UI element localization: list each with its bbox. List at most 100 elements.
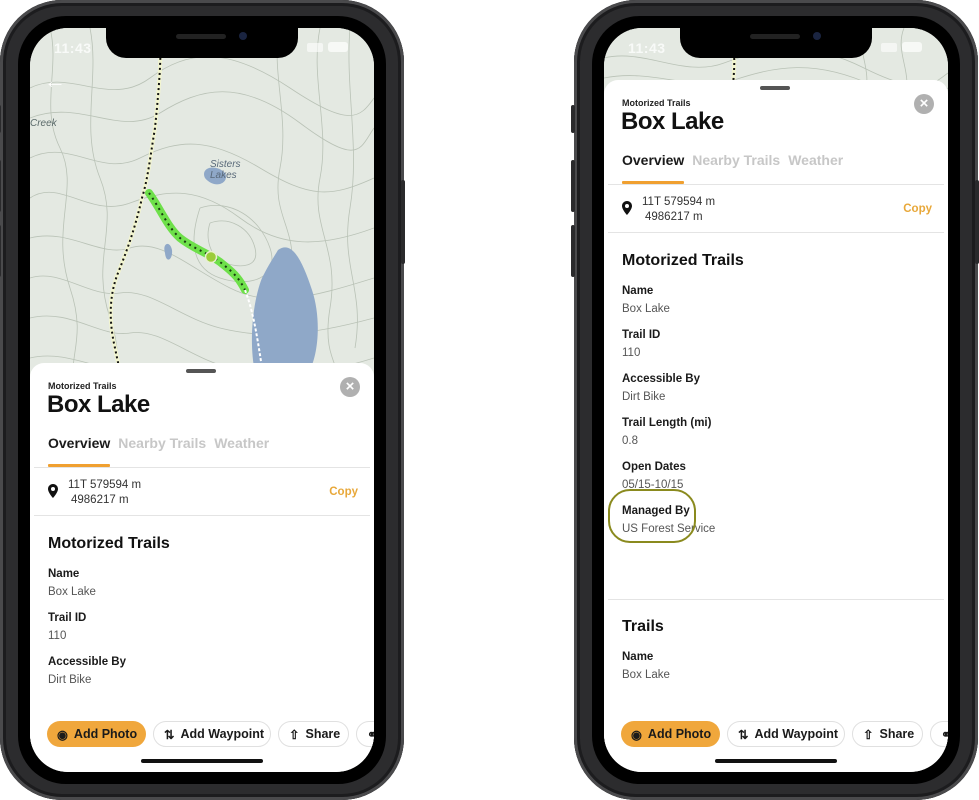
home-indicator[interactable]	[141, 759, 263, 763]
trail-detail-sheet: × Motorized Trails Box Lake Overview Nea…	[30, 363, 374, 772]
power-button	[975, 180, 979, 264]
copy-button[interactable]: Copy	[903, 203, 932, 215]
field-value: Box Lake	[622, 303, 670, 315]
field-value: Box Lake	[48, 586, 96, 598]
add-waypoint-button[interactable]: ⇅ Add Waypoint	[153, 721, 271, 747]
sheet-title: Box Lake	[621, 108, 724, 135]
field-label: Name	[622, 651, 654, 663]
tab-weather[interactable]: Weather	[214, 435, 269, 451]
coord-line-1: 11T 579594 m	[68, 479, 142, 491]
tab-weather[interactable]: Weather	[788, 152, 843, 168]
coord-line-1: 11T 579594 m	[642, 196, 716, 208]
button-label: Share	[305, 727, 341, 741]
power-button	[401, 180, 405, 264]
field-trail-length: Trail Length (mi) 0.8	[622, 417, 922, 447]
coordinates-row: 11T 579594 m 4986217 m Copy	[48, 476, 358, 512]
section-heading: Trails	[622, 618, 664, 635]
divider	[34, 467, 370, 468]
screen: 11:43 × Motorized Trails Box Lake Overvi…	[604, 28, 948, 772]
field-label: Accessible By	[48, 656, 126, 668]
tab-nearby-trails[interactable]: Nearby Trails	[692, 152, 780, 168]
field-trail-id: Trail ID 110	[48, 612, 348, 642]
action-bar: ◉ Add Photo ⇅ Add Waypoint ⇧ Share ⚭	[604, 718, 948, 750]
status-time: 11:43	[54, 40, 92, 56]
sheet-tabs: Overview Nearby Trails Weather	[48, 435, 269, 451]
divider	[34, 515, 370, 516]
back-arrow-icon[interactable]: ←	[44, 68, 66, 94]
status-time: 11:43	[628, 40, 666, 56]
mute-switch	[0, 105, 1, 133]
share-icon: ⇧	[289, 727, 300, 742]
close-icon[interactable]: ×	[340, 377, 360, 397]
location-pin-icon	[48, 484, 58, 498]
route-icon: ⇅	[164, 727, 175, 742]
camera-icon: ◉	[57, 727, 68, 742]
more-button[interactable]: ⚭	[356, 721, 374, 747]
trails-section: Trails Name Box Lake	[622, 618, 922, 695]
close-icon[interactable]: ×	[914, 94, 934, 114]
coord-line-2: 4986217 m	[71, 494, 129, 506]
topo-map[interactable]: Creek Sisters Lakes	[30, 28, 374, 408]
tab-overview[interactable]: Overview	[48, 435, 110, 451]
route-icon: ⇅	[738, 727, 749, 742]
sheet-category: Motorized Trails	[622, 98, 691, 108]
volume-down-button	[571, 225, 575, 277]
sheet-grabber[interactable]	[186, 369, 216, 373]
more-icon: ⚭	[941, 727, 948, 742]
sheet-grabber[interactable]	[760, 86, 790, 90]
field-value: Box Lake	[622, 669, 670, 681]
button-label: Add Waypoint	[180, 727, 265, 741]
field-label: Open Dates	[622, 461, 686, 473]
sheet-category: Motorized Trails	[48, 381, 117, 391]
tab-overview[interactable]: Overview	[622, 152, 684, 168]
field-value: 110	[622, 347, 641, 359]
notch	[106, 28, 298, 58]
field-value: Dirt Bike	[48, 674, 92, 686]
divider	[608, 184, 944, 185]
mute-switch	[571, 105, 575, 133]
battery-icon	[328, 42, 348, 52]
share-button[interactable]: ⇧ Share	[852, 721, 923, 747]
field-label: Trail Length (mi)	[622, 417, 712, 429]
add-waypoint-button[interactable]: ⇅ Add Waypoint	[727, 721, 845, 747]
field-name: Name Box Lake	[622, 285, 922, 315]
volume-up-button	[571, 160, 575, 212]
map-label-lakes: Lakes	[210, 170, 237, 181]
battery-icon	[902, 42, 922, 52]
field-label: Trail ID	[48, 612, 87, 624]
map-label-creek: Creek	[30, 118, 58, 129]
volume-up-button	[0, 160, 1, 212]
more-icon: ⚭	[367, 727, 374, 742]
screen: 11:43 Creek Sisters Lakes ← × Motorized …	[30, 28, 374, 772]
section-heading: Motorized Trails	[622, 252, 744, 269]
signal-icon	[307, 42, 323, 52]
button-label: Share	[879, 727, 915, 741]
add-photo-button[interactable]: ◉ Add Photo	[47, 721, 146, 747]
home-indicator[interactable]	[715, 759, 837, 763]
copy-button[interactable]: Copy	[329, 486, 358, 498]
coordinates-row: 11T 579594 m 4986217 m Copy	[622, 193, 932, 229]
share-button[interactable]: ⇧ Share	[278, 721, 349, 747]
field-name: Name Box Lake	[622, 651, 922, 681]
field-accessible-by: Accessible By Dirt Bike	[48, 656, 348, 686]
open-dates-highlight-annotation	[608, 489, 696, 543]
field-trail-id: Trail ID 110	[622, 329, 922, 359]
add-photo-button[interactable]: ◉ Add Photo	[621, 721, 720, 747]
divider	[608, 599, 944, 600]
trail-detail-sheet-expanded: × Motorized Trails Box Lake Overview Nea…	[604, 80, 948, 772]
sheet-tabs: Overview Nearby Trails Weather	[622, 152, 843, 168]
button-label: Add Photo	[647, 727, 712, 741]
field-label: Accessible By	[622, 373, 700, 385]
action-bar: ◉ Add Photo ⇅ Add Waypoint ⇧ Share ⚭	[30, 718, 374, 750]
tab-nearby-trails[interactable]: Nearby Trails	[118, 435, 206, 451]
camera-icon: ◉	[631, 727, 642, 742]
signal-icon	[881, 42, 897, 52]
field-accessible-by: Accessible By Dirt Bike	[622, 373, 922, 403]
notch	[680, 28, 872, 58]
field-label: Name	[622, 285, 654, 297]
more-button[interactable]: ⚭	[930, 721, 948, 747]
trail-midpoint-marker[interactable]	[204, 250, 218, 264]
map-label-sisters: Sisters	[210, 159, 241, 170]
volume-down-button	[0, 225, 1, 277]
divider	[608, 232, 944, 233]
